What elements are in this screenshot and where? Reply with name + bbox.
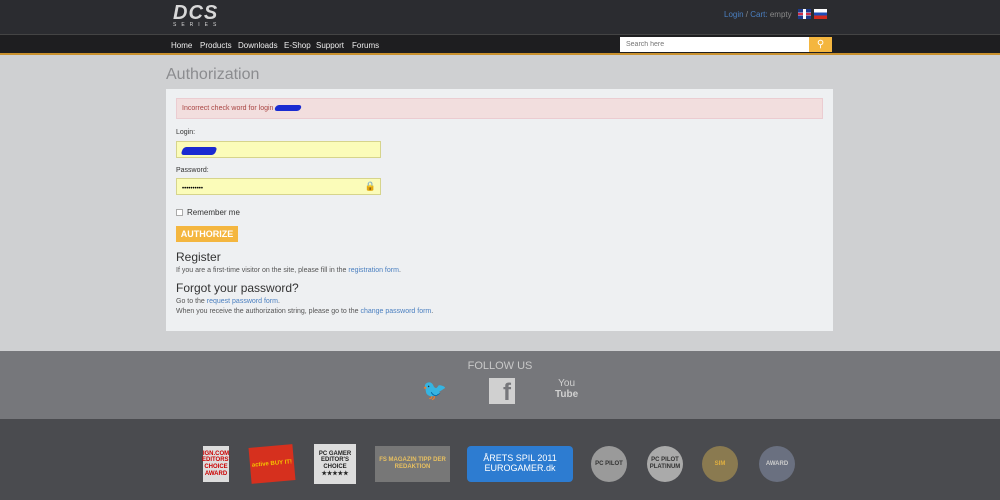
forgot-desc-1: Go to the [176, 298, 205, 305]
forgot-text-1: Go to the request password form. [176, 298, 280, 305]
change-password-link[interactable]: change password form [360, 308, 431, 315]
login-label: Login: [176, 129, 196, 136]
search-icon: ⚲ [816, 39, 825, 50]
award-badge: PC PILOT PLATINUM [647, 446, 683, 482]
password-label: Password: [176, 167, 209, 174]
auth-card: Incorrect check word for login Login: Pa… [166, 89, 833, 331]
cart-value: empty [769, 10, 792, 19]
award-badge: AWARD [759, 446, 795, 482]
period: . [277, 298, 280, 305]
award-badge: FS MAGAZIN TIPP DER REDAKTION [375, 446, 450, 482]
register-text: If you are a first-time visitor on the s… [176, 267, 401, 274]
award-badge: active BUY IT! [248, 444, 296, 484]
facebook-icon[interactable]: f [489, 378, 515, 406]
login-link[interactable]: Login [724, 10, 744, 19]
awards-section: IGN.COM EDITORS' CHOICE AWARD active BUY… [0, 419, 1000, 500]
password-value: •••••••••• [182, 186, 204, 192]
top-bar: DCS SERIES Login / Cart: empty [0, 0, 1000, 34]
forgot-desc-2: When you receive the authorization strin… [176, 308, 359, 315]
nav-support[interactable]: Support [316, 41, 344, 50]
forgot-heading: Forgot your password? [176, 281, 299, 295]
youtube-icon[interactable]: You Tube [555, 378, 578, 400]
twitter-icon[interactable]: 🐦 [422, 378, 447, 403]
logo-subtext: SERIES [173, 22, 222, 28]
logo-text: DCS [173, 2, 219, 24]
nav-home[interactable]: Home [171, 41, 192, 50]
error-text: Incorrect check word for login [182, 105, 274, 112]
main-nav: Home Products Downloads E-Shop Support F… [0, 34, 1000, 55]
request-password-link[interactable]: request password form [207, 298, 278, 305]
register-heading: Register [176, 250, 221, 264]
page-title: Authorization [166, 66, 260, 83]
redacted-mark [274, 105, 303, 112]
lock-icon: 🔒 [364, 181, 376, 191]
award-badge: ÅRETS SPIL 2011 EUROGAMER.dk [467, 446, 573, 482]
award-badge: IGN.COM EDITORS' CHOICE AWARD [202, 446, 230, 482]
search-button[interactable]: ⚲ [809, 37, 832, 52]
redacted-mark [180, 146, 218, 155]
english-flag-icon[interactable] [798, 9, 811, 19]
nav-products[interactable]: Products [200, 41, 232, 50]
russian-flag-icon[interactable] [814, 9, 827, 19]
nav-downloads[interactable]: Downloads [238, 41, 278, 50]
award-badge: PC PILOT [591, 446, 627, 482]
registration-form-link[interactable]: registration form [348, 267, 399, 274]
password-input[interactable]: •••••••••• 🔒 [176, 178, 381, 195]
follow-heading: FOLLOW US [467, 360, 533, 372]
award-badge: PC GAMER EDITOR'S CHOICE ★★★★★ [314, 444, 356, 484]
follow-section: FOLLOW US 🐦 f You Tube [0, 351, 1000, 419]
remember-label: Remember me [187, 208, 240, 217]
account-links: Login / Cart: empty [724, 10, 792, 19]
search-input[interactable] [620, 37, 809, 52]
nav-eshop[interactable]: E-Shop [284, 41, 311, 50]
nav-forums[interactable]: Forums [352, 41, 379, 50]
authorize-button[interactable]: AUTHORIZE [176, 226, 238, 242]
login-input[interactable] [176, 141, 381, 158]
period: . [431, 308, 434, 315]
forgot-text-2: When you receive the authorization strin… [176, 308, 433, 315]
award-badge: SIM [702, 446, 738, 482]
dcs-logo[interactable]: DCS SERIES [173, 2, 222, 28]
remember-checkbox[interactable] [176, 209, 183, 216]
register-desc: If you are a first-time visitor on the s… [176, 267, 347, 274]
period: . [398, 267, 401, 274]
error-alert: Incorrect check word for login [176, 98, 823, 119]
cart-link[interactable]: Cart: [750, 10, 767, 19]
